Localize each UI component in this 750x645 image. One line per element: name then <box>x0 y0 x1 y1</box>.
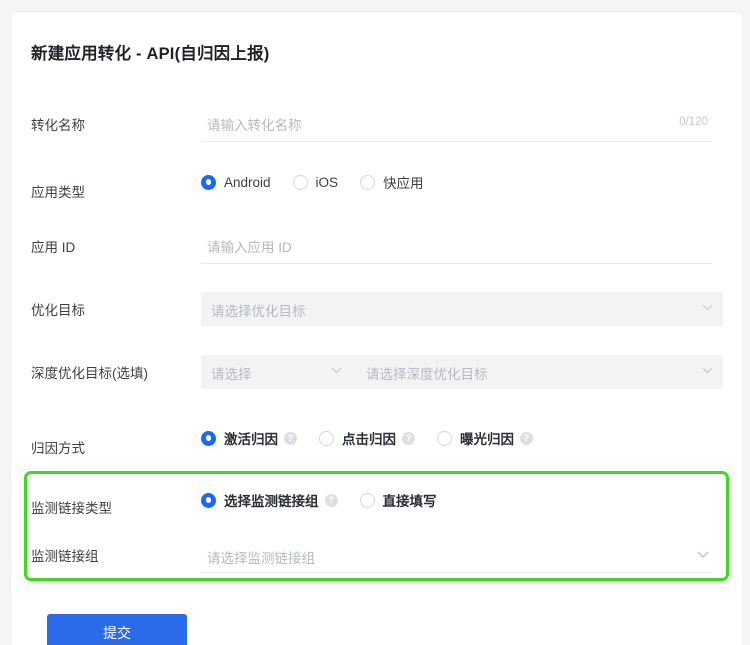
chevron-down-icon <box>702 304 713 311</box>
label-app-id: 应用 ID <box>31 240 76 255</box>
attribution-label-impression: 曝光归因 <box>460 432 514 447</box>
attribution-option-impression[interactable]: 曝光归因 ? <box>437 428 533 448</box>
conversion-name-placeholder: 请输入转化名称 <box>207 118 302 133</box>
attribution-option-click[interactable]: 点击归因 ? <box>319 428 415 448</box>
radio-icon-unselected[interactable] <box>292 174 308 190</box>
deep-optimization-goal-placeholder: 请选择深度优化目标 <box>366 367 488 382</box>
radio-icon-unselected[interactable] <box>437 430 452 446</box>
question-mark-circle-icon[interactable]: ? <box>520 431 533 445</box>
app-type-option-quickapp[interactable]: 快应用 <box>360 172 424 192</box>
optimization-goal-placeholder: 请选择优化目标 <box>211 304 306 319</box>
app-type-option-ios[interactable]: iOS <box>292 174 339 190</box>
conversion-create-page: 新建应用转化 - API(自归因上报) 转化名称 请输入转化名称 0/120 应… <box>0 0 750 645</box>
label-attribution-method: 归因方式 <box>31 441 85 456</box>
app-type-option-android[interactable]: Android <box>201 174 271 190</box>
deep-optimization-goal-select[interactable]: 请选择深度优化目标 <box>356 355 723 389</box>
form-card: 新建应用转化 - API(自归因上报) 转化名称 请输入转化名称 0/120 应… <box>10 11 742 645</box>
tracking-link-type-option-group[interactable]: 选择监测链接组 ? <box>201 490 338 510</box>
app-type-label-android: Android <box>224 174 271 190</box>
tracking-link-type-label-group: 选择监测链接组 <box>224 494 319 509</box>
attribution-label-click: 点击归因 <box>342 432 396 447</box>
label-app-type: 应用类型 <box>31 185 85 200</box>
tracking-link-type-label-manual: 直接填写 <box>382 494 437 509</box>
label-conversion-name: 转化名称 <box>31 118 85 133</box>
radio-icon-selected[interactable] <box>201 430 216 446</box>
tracking-link-group-select[interactable]: 请选择监测链接组 <box>201 539 712 573</box>
app-type-label-quickapp: 快应用 <box>383 176 424 191</box>
attribution-label-activation: 激活归因 <box>224 432 278 447</box>
label-optimization-goal: 优化目标 <box>31 303 85 318</box>
deep-optimization-type-placeholder: 请选择 <box>211 367 252 382</box>
radio-icon-unselected[interactable] <box>360 174 376 190</box>
attribution-method-radio-group: 激活归因 ? 点击归因 ? 曝光归因 ? <box>201 427 555 449</box>
deep-optimization-type-select[interactable]: 请选择 <box>201 355 356 389</box>
radio-icon-selected[interactable] <box>201 174 216 190</box>
question-mark-circle-icon[interactable]: ? <box>284 431 297 445</box>
radio-icon-unselected[interactable] <box>359 492 375 508</box>
tracking-link-group-placeholder: 请选择监测链接组 <box>207 551 315 566</box>
conversion-name-counter: 0/120 <box>679 116 708 128</box>
label-tracking-link-type: 监测链接类型 <box>31 501 112 516</box>
question-mark-circle-icon[interactable]: ? <box>324 493 338 507</box>
tracking-link-type-radio-group: 选择监测链接组 ? 直接填写 <box>201 489 459 511</box>
submit-button[interactable]: 提交 <box>47 614 187 645</box>
chevron-down-icon <box>331 367 342 374</box>
conversion-name-input[interactable]: 请输入转化名称 0/120 <box>201 108 712 142</box>
chevron-down-icon <box>702 367 713 374</box>
question-mark-circle-icon[interactable]: ? <box>402 431 415 445</box>
app-type-radio-group: Android iOS 快应用 <box>201 171 446 193</box>
tracking-link-type-option-manual[interactable]: 直接填写 <box>359 490 437 510</box>
app-id-input[interactable]: 请输入应用 ID <box>201 230 712 264</box>
label-deep-optimization-goal: 深度优化目标(选填) <box>31 366 148 381</box>
label-tracking-link-group: 监测链接组 <box>31 549 99 564</box>
optimization-goal-select[interactable]: 请选择优化目标 <box>201 292 723 326</box>
chevron-down-icon <box>697 551 709 558</box>
radio-icon-selected[interactable] <box>201 492 216 508</box>
app-type-label-ios: iOS <box>315 174 339 190</box>
page-title: 新建应用转化 - API(自归因上报) <box>31 45 270 63</box>
deep-optimization-goal-wrapper: 请选择 请选择深度优化目标 <box>201 355 723 389</box>
attribution-option-activation[interactable]: 激活归因 ? <box>201 428 297 448</box>
app-id-placeholder: 请输入应用 ID <box>207 240 292 255</box>
radio-icon-unselected[interactable] <box>319 430 334 446</box>
